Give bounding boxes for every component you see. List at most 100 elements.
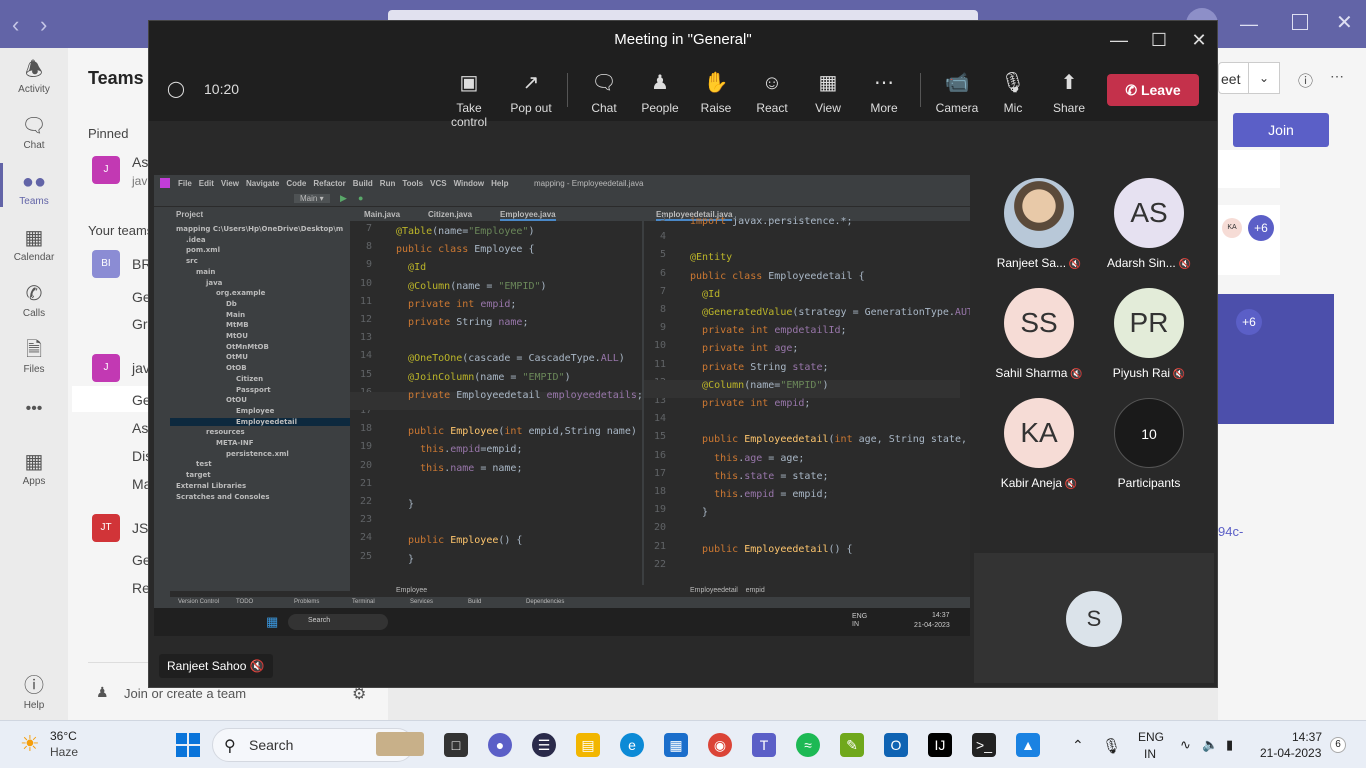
ide-menu-item[interactable]: VCS	[430, 179, 446, 188]
status-tool-tab[interactable]: Version Control	[178, 599, 219, 605]
tree-node[interactable]: OtMU	[226, 353, 248, 361]
channel-item[interactable]: As	[132, 420, 148, 436]
rail-calls[interactable]: ✆ Calls	[0, 282, 68, 319]
mic-button[interactable]: 🎙 Mic	[981, 71, 1045, 115]
battery-icon[interactable]: ▮	[1226, 737, 1233, 753]
pop-out-button[interactable]: ↗ Pop out	[499, 71, 563, 115]
join-button[interactable]: Join	[1233, 113, 1329, 147]
status-tool-tab[interactable]: Terminal	[352, 599, 375, 605]
ide-menu-item[interactable]: Help	[491, 179, 508, 188]
chevron-down-icon[interactable]: ⌄	[1248, 62, 1280, 94]
tree-node[interactable]: MtOU	[226, 332, 248, 340]
rail-chat[interactable]: 🗨 Chat	[0, 114, 68, 151]
tree-node[interactable]: test	[196, 460, 212, 468]
file-explorer-icon[interactable]: ▤	[576, 733, 600, 757]
ide-menu-item[interactable]: Code	[286, 179, 306, 188]
ide-menu-item[interactable]: Refactor	[313, 179, 345, 188]
photos-icon[interactable]: ▲	[1016, 733, 1040, 757]
people-button[interactable]: ♟ People	[628, 71, 692, 115]
clock-date[interactable]: 21-04-2023	[1260, 746, 1321, 760]
participant-tile[interactable]: KA Kabir Aneja 🔇	[984, 398, 1094, 490]
task-view-icon[interactable]: □	[444, 733, 468, 757]
tree-node[interactable]: OtOB	[226, 364, 247, 372]
terminal-icon[interactable]: >_	[972, 733, 996, 757]
chrome-icon[interactable]: ◉	[708, 733, 732, 757]
tree-node[interactable]: MtMB	[226, 321, 249, 329]
chevron-up-icon[interactable]: ⌃	[1072, 737, 1084, 754]
participant-tile[interactable]: SS Sahil Sharma 🔇	[984, 288, 1094, 380]
tree-node[interactable]: resources	[206, 428, 245, 436]
view-button[interactable]: ▦ View	[796, 71, 860, 115]
tree-node[interactable]: Scratches and Consoles	[176, 493, 270, 501]
participant-tile[interactable]: PR Piyush Rai 🔇	[1094, 288, 1204, 380]
leave-button[interactable]: ✆ Leave	[1107, 74, 1199, 106]
forward-icon[interactable]: ›	[40, 12, 47, 38]
editor-tab[interactable]: Citizen.java	[428, 210, 472, 219]
run-config-select[interactable]: Main ▾	[294, 194, 330, 203]
spotify-icon[interactable]: ≈	[796, 733, 820, 757]
info-icon[interactable]: ⓘ	[1298, 70, 1313, 91]
eclipse-icon[interactable]: ☰	[532, 733, 556, 757]
tree-node[interactable]: target	[186, 471, 211, 479]
ide-menu-item[interactable]: File	[178, 179, 192, 188]
project-label[interactable]: Project	[176, 210, 203, 219]
tree-node[interactable]: org.example	[216, 289, 265, 297]
weather-desc[interactable]: Haze	[50, 745, 78, 759]
more-icon[interactable]: ⋯	[1330, 68, 1344, 85]
ide-menu-item[interactable]: Build	[353, 179, 373, 188]
ide-menu-item[interactable]: Edit	[199, 179, 214, 188]
outlook-icon[interactable]: O	[884, 733, 908, 757]
ide-menu-item[interactable]: Window	[454, 179, 485, 188]
more-apps-icon[interactable]: •••	[0, 400, 68, 418]
close-icon[interactable]: ✕	[1179, 27, 1219, 53]
tree-node[interactable]: OtOU	[226, 396, 247, 404]
language-indicator[interactable]: ENG	[1138, 730, 1164, 744]
breadcrumb-left[interactable]: Employee	[396, 587, 427, 594]
rail-files[interactable]: 🗎 Files	[0, 338, 68, 375]
tree-node[interactable]: Employeedetail	[170, 417, 350, 426]
rail-calendar[interactable]: ▦ Calendar	[0, 226, 68, 263]
tree-node[interactable]: META-INF	[216, 439, 254, 447]
start-icon[interactable]	[176, 733, 200, 757]
tree-node[interactable]: src	[186, 257, 198, 265]
ide-menu-item[interactable]: Tools	[402, 179, 423, 188]
tree-node[interactable]: pom.xml	[186, 246, 220, 254]
ide-menu-item[interactable]: View	[221, 179, 239, 188]
wifi-icon[interactable]: ∿	[1180, 737, 1191, 753]
mic-off-icon[interactable]: 🎙	[1102, 737, 1121, 755]
ide-menu-item[interactable]: Navigate	[246, 179, 279, 188]
participant-tile[interactable]: Ranjeet Sa... 🔇	[984, 178, 1094, 270]
status-tool-tab[interactable]: Services	[410, 599, 433, 605]
tree-node[interactable]: Passport	[236, 386, 271, 394]
close-icon[interactable]: ✕	[1336, 10, 1353, 35]
chat-button[interactable]: 🗨 Chat	[572, 71, 636, 115]
status-tool-tab[interactable]: Problems	[294, 599, 319, 605]
tree-node[interactable]: OtMnMtOB	[226, 343, 269, 351]
editor-tab[interactable]: Main.java	[364, 210, 400, 219]
editor-left[interactable]: 78910111213141516171819202122232425 @Tab…	[350, 221, 649, 591]
editor-tab-active[interactable]: Employee.java	[500, 210, 556, 221]
back-icon[interactable]: ‹	[12, 12, 19, 38]
status-tool-tab[interactable]: TODO	[236, 599, 253, 605]
participant-tile[interactable]: AS Adarsh Sin... 🔇	[1094, 178, 1204, 270]
rail-teams[interactable]: ●● Teams	[0, 170, 68, 207]
debug-icon[interactable]: ●	[358, 193, 363, 203]
status-tool-tab[interactable]: Build	[468, 599, 481, 605]
intellij-icon[interactable]: IJ	[928, 733, 952, 757]
tree-node[interactable]: java	[206, 279, 222, 287]
run-icon[interactable]: ▶	[340, 193, 347, 204]
tree-node[interactable]: mapping C:\Users\Hp\OneDrive\Desktop\m	[176, 225, 343, 233]
tree-node[interactable]: External Libraries	[176, 482, 246, 490]
take-control-button[interactable]: ▣ Take control	[437, 71, 501, 129]
weather-temp[interactable]: 36°C	[50, 729, 77, 743]
rail-apps[interactable]: ▦ Apps	[0, 450, 68, 487]
status-tool-tab[interactable]: Dependencies	[526, 599, 564, 605]
ide-menu-item[interactable]: Run	[380, 179, 396, 188]
breadcrumb-right[interactable]: Employeedetail empid	[690, 587, 765, 594]
shield-icon[interactable]: ◯	[167, 79, 185, 99]
edge-icon[interactable]: e	[620, 733, 644, 757]
tree-node[interactable]: .idea	[186, 236, 206, 244]
raise-hand-button[interactable]: ✋ Raise	[684, 71, 748, 115]
volume-icon[interactable]: 🔈	[1202, 737, 1218, 753]
meeting-link[interactable]: 94c-	[1218, 524, 1243, 539]
